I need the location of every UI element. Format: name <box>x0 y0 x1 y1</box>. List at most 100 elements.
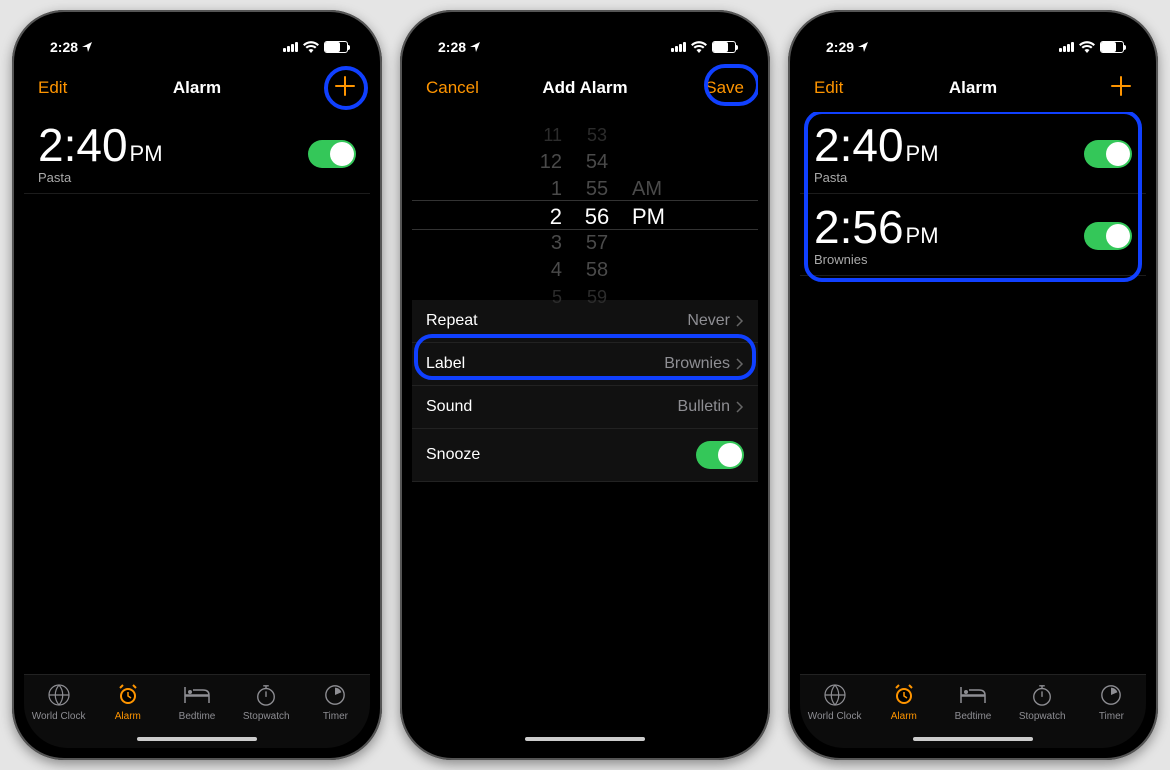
globe-icon <box>822 683 848 707</box>
cancel-button[interactable]: Cancel <box>426 78 482 98</box>
cellular-icon <box>671 42 686 52</box>
alarm-row[interactable]: 2:40 PM Pasta <box>800 112 1146 194</box>
setting-label: Label <box>426 355 465 373</box>
bed-icon <box>184 683 210 707</box>
chevron-right-icon <box>736 358 744 370</box>
picker-ampm[interactable]: AM PM <box>632 122 687 230</box>
nav-title: Alarm <box>94 78 300 98</box>
tab-label: World Clock <box>32 711 86 722</box>
stopwatch-icon <box>1029 683 1055 707</box>
tab-world-clock[interactable]: World Clock <box>24 675 93 748</box>
wifi-icon <box>691 41 707 53</box>
nav-bar: Cancel Add Alarm Save <box>412 66 758 110</box>
time-picker[interactable]: 11 12 1 2 3 4 5 53 54 55 56 57 58 59 AM … <box>412 122 758 292</box>
alarm-list: 2:40 PM Pasta 2:56 PM Brownies <box>800 112 1146 674</box>
nav-title: Alarm <box>870 78 1076 98</box>
phone-frame-1: 2:28 Edit Alarm 2:40 PM Pasta <box>12 10 382 760</box>
phone-frame-2: 2:28 Cancel Add Alarm Save 11 12 1 2 3 4… <box>400 10 770 760</box>
alarm-ampm: PM <box>906 143 939 165</box>
stopwatch-icon <box>253 683 279 707</box>
battery-icon <box>1100 41 1124 53</box>
add-alarm-content: 11 12 1 2 3 4 5 53 54 55 56 57 58 59 AM … <box>412 112 758 674</box>
snooze-row: Snooze <box>412 429 758 482</box>
alarm-clock-icon <box>891 683 917 707</box>
add-alarm-button[interactable] <box>1076 75 1132 102</box>
tab-label: Stopwatch <box>1019 711 1066 722</box>
home-indicator[interactable] <box>137 737 257 741</box>
battery-icon <box>712 41 736 53</box>
location-icon <box>82 42 92 52</box>
screen-3: 2:29 Edit Alarm 2:40 PM Pasta <box>800 22 1146 748</box>
tab-label: Alarm <box>115 711 141 722</box>
alarm-label: Brownies <box>814 252 939 267</box>
tab-label: Alarm <box>891 711 917 722</box>
screen-2: 2:28 Cancel Add Alarm Save 11 12 1 2 3 4… <box>412 22 758 748</box>
alarm-label: Pasta <box>814 170 939 185</box>
screen-1: 2:28 Edit Alarm 2:40 PM Pasta <box>24 22 370 748</box>
picker-minutes[interactable]: 53 54 55 56 57 58 59 <box>572 122 622 311</box>
home-indicator[interactable] <box>525 737 645 741</box>
alarm-ampm: PM <box>906 225 939 247</box>
alarm-settings: Repeat Never Label Brownies Sound Bullet… <box>412 300 758 482</box>
setting-label: Snooze <box>426 446 480 464</box>
alarm-clock-icon <box>115 683 141 707</box>
alarm-time: 2:56 <box>814 204 904 250</box>
setting-label: Sound <box>426 398 472 416</box>
nav-bar: Edit Alarm <box>800 66 1146 110</box>
nav-title: Add Alarm <box>482 78 688 98</box>
alarm-label: Pasta <box>38 170 163 185</box>
tab-timer[interactable]: Timer <box>1077 675 1146 748</box>
setting-label: Repeat <box>426 312 478 330</box>
alarm-row[interactable]: 2:40 PM Pasta <box>24 112 370 194</box>
alarm-toggle[interactable] <box>1084 140 1132 168</box>
plus-icon <box>1110 75 1132 97</box>
status-time: 2:28 <box>438 39 466 55</box>
label-row[interactable]: Label Brownies <box>412 343 758 386</box>
home-indicator[interactable] <box>913 737 1033 741</box>
chevron-right-icon <box>736 315 744 327</box>
cellular-icon <box>1059 42 1074 52</box>
add-alarm-button[interactable] <box>300 75 356 102</box>
sound-row[interactable]: Sound Bulletin <box>412 386 758 429</box>
status-time: 2:29 <box>826 39 854 55</box>
setting-value: Bulletin <box>678 398 730 416</box>
alarm-row[interactable]: 2:56 PM Brownies <box>800 194 1146 276</box>
timer-icon <box>1098 683 1124 707</box>
tab-world-clock[interactable]: World Clock <box>800 675 869 748</box>
tab-label: Bedtime <box>955 711 992 722</box>
edit-button[interactable]: Edit <box>814 78 870 98</box>
tab-timer[interactable]: Timer <box>301 675 370 748</box>
tab-label: Timer <box>323 711 348 722</box>
nav-bar: Edit Alarm <box>24 66 370 110</box>
plus-icon <box>334 75 356 97</box>
phone-frame-3: 2:29 Edit Alarm 2:40 PM Pasta <box>788 10 1158 760</box>
status-time: 2:28 <box>50 39 78 55</box>
setting-value: Brownies <box>664 355 730 373</box>
tab-label: World Clock <box>808 711 862 722</box>
tab-label: Timer <box>1099 711 1124 722</box>
location-icon <box>470 42 480 52</box>
timer-icon <box>322 683 348 707</box>
location-icon <box>858 42 868 52</box>
edit-button[interactable]: Edit <box>38 78 94 98</box>
wifi-icon <box>303 41 319 53</box>
save-button[interactable]: Save <box>688 78 744 98</box>
cellular-icon <box>283 42 298 52</box>
snooze-toggle[interactable] <box>696 441 744 469</box>
tab-label: Bedtime <box>179 711 216 722</box>
chevron-right-icon <box>736 401 744 413</box>
globe-icon <box>46 683 72 707</box>
alarm-toggle[interactable] <box>1084 222 1132 250</box>
alarm-time: 2:40 <box>38 122 128 168</box>
picker-hours[interactable]: 11 12 1 2 3 4 5 <box>512 122 562 311</box>
battery-icon <box>324 41 348 53</box>
tab-label: Stopwatch <box>243 711 290 722</box>
alarm-time: 2:40 <box>814 122 904 168</box>
alarm-ampm: PM <box>130 143 163 165</box>
wifi-icon <box>1079 41 1095 53</box>
notch <box>888 22 1058 50</box>
bed-icon <box>960 683 986 707</box>
notch <box>112 22 282 50</box>
notch <box>500 22 670 50</box>
alarm-toggle[interactable] <box>308 140 356 168</box>
